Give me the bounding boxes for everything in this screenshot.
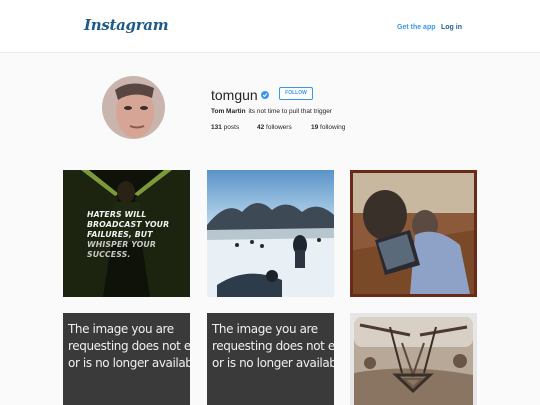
followers-count: 42 <box>257 124 265 131</box>
posts-count: 131 <box>211 124 222 131</box>
instagram-logo[interactable]: Instagram <box>84 16 169 34</box>
posts-label: posts <box>223 124 240 131</box>
post-tile-swings[interactable] <box>350 313 477 405</box>
missing-line: or is no longer available. <box>68 356 190 370</box>
post-tile-quote[interactable]: HATERS WILL BROADCAST YOUR FAILURES, BUT… <box>63 170 190 297</box>
profile-bio: Tom Martin its not time to pull that trig… <box>211 108 332 115</box>
posts-stat: 131 posts <box>211 124 239 131</box>
quote-line: HATERS WILL <box>87 210 147 219</box>
followers-stat[interactable]: 42 followers <box>257 124 292 131</box>
follow-button[interactable]: FOLLOW <box>279 87 313 100</box>
log-in-link[interactable]: Log in <box>441 24 462 31</box>
quote-line: BROADCAST YOUR <box>87 220 170 229</box>
top-bar: Instagram Get the app Log in <box>0 0 540 53</box>
quote-line: WHISPER YOUR <box>87 240 156 249</box>
get-the-app-link[interactable]: Get the app <box>397 24 436 31</box>
following-label: following <box>320 124 346 131</box>
post-tile-snow-park[interactable] <box>207 170 334 297</box>
following-count: 19 <box>311 124 319 131</box>
missing-line: The image you are <box>68 322 174 336</box>
post-tile-unavailable[interactable]: The image you are requesting does not ex… <box>207 313 334 405</box>
missing-line: requesting does not exist <box>68 339 190 353</box>
quote-line: FAILURES, BUT <box>87 230 153 239</box>
followers-label: followers <box>266 124 292 131</box>
post-tile-laptop[interactable] <box>350 170 477 297</box>
missing-line: or is no longer available. <box>212 356 334 370</box>
quote-line: SUCCESS. <box>87 250 131 259</box>
quote-text: HATERS WILL BROADCAST YOUR FAILURES, BUT… <box>87 210 169 260</box>
username: tomgun <box>211 87 258 103</box>
following-stat[interactable]: 19 following <box>311 124 345 131</box>
avatar <box>102 76 165 139</box>
full-name: Tom Martin <box>211 108 246 115</box>
verified-badge-icon <box>261 91 269 99</box>
bio-text: its not time to pull that trigger <box>248 108 333 115</box>
missing-line: The image you are <box>212 322 318 336</box>
post-tile-unavailable[interactable]: The image you are requesting does not ex… <box>63 313 190 405</box>
missing-line: requesting does not exist <box>212 339 334 353</box>
